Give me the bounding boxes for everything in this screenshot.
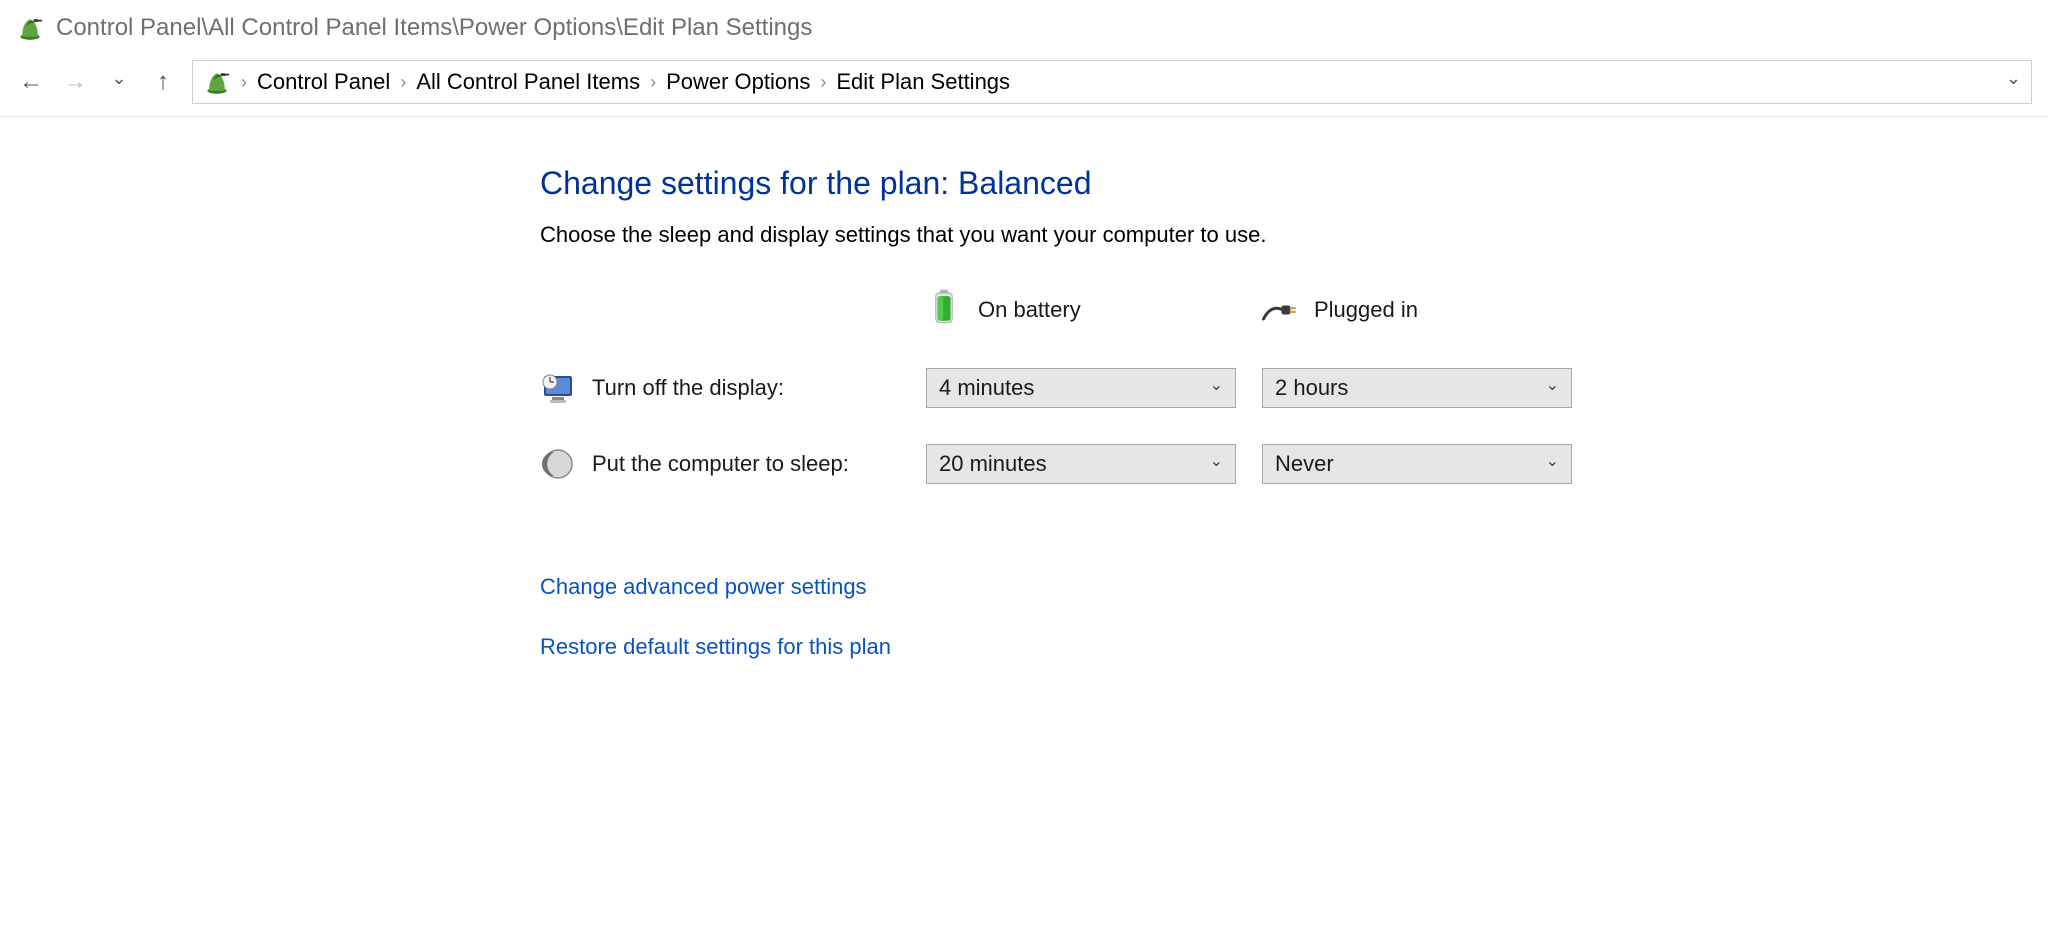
forward-button[interactable]	[60, 67, 90, 97]
moon-icon	[540, 446, 576, 482]
chevron-down-icon	[1210, 454, 1223, 474]
put-to-sleep-label: Put the computer to sleep:	[592, 451, 849, 477]
page-subtext: Choose the sleep and display settings th…	[540, 222, 2048, 248]
page-heading: Change settings for the plan: Balanced	[540, 165, 2048, 202]
column-header-on-battery: On battery	[926, 288, 1236, 332]
recent-locations-button[interactable]	[104, 67, 134, 97]
settings-grid: On battery Plugged in	[540, 288, 2048, 484]
breadcrumb-separator-icon[interactable]: ›	[400, 72, 406, 93]
back-button[interactable]	[16, 67, 46, 97]
links-section: Change advanced power settings Restore d…	[540, 574, 2048, 660]
display-battery-dropdown[interactable]: 4 minutes	[926, 368, 1236, 408]
address-bar[interactable]: › Control Panel › All Control Panel Item…	[192, 60, 2032, 104]
power-plan-icon	[16, 14, 44, 42]
battery-icon	[926, 288, 962, 332]
chevron-down-icon	[1546, 454, 1559, 474]
on-battery-label: On battery	[978, 297, 1081, 323]
breadcrumb-item-control-panel[interactable]: Control Panel	[257, 69, 390, 95]
column-header-plugged-in: Plugged in	[1262, 292, 1572, 328]
display-battery-value: 4 minutes	[939, 375, 1034, 401]
display-plugged-value: 2 hours	[1275, 375, 1348, 401]
window-title-bar: Control Panel\All Control Panel Items\Po…	[0, 0, 2048, 52]
restore-defaults-link[interactable]: Restore default settings for this plan	[540, 634, 2048, 660]
address-bar-history-button[interactable]	[2006, 72, 2021, 93]
main-content: Change settings for the plan: Balanced C…	[0, 117, 2048, 660]
breadcrumb-separator-icon[interactable]: ›	[820, 72, 826, 93]
plugged-in-label: Plugged in	[1314, 297, 1418, 323]
sleep-battery-value: 20 minutes	[939, 451, 1047, 477]
breadcrumb-item-edit-plan[interactable]: Edit Plan Settings	[836, 69, 1010, 95]
plug-icon	[1262, 292, 1298, 328]
navigation-bar: › Control Panel › All Control Panel Item…	[0, 52, 2048, 117]
breadcrumb-separator-icon[interactable]: ›	[241, 72, 247, 93]
breadcrumb-separator-icon[interactable]: ›	[650, 72, 656, 93]
sleep-battery-dropdown[interactable]: 20 minutes	[926, 444, 1236, 484]
turn-off-display-label: Turn off the display:	[592, 375, 784, 401]
sleep-plugged-value: Never	[1275, 451, 1334, 477]
change-advanced-link[interactable]: Change advanced power settings	[540, 574, 2048, 600]
breadcrumb-item-power-options[interactable]: Power Options	[666, 69, 810, 95]
up-button[interactable]	[148, 67, 178, 97]
chevron-down-icon	[1210, 378, 1223, 398]
monitor-clock-icon	[540, 370, 576, 406]
row-turn-off-display: Turn off the display:	[540, 370, 900, 406]
chevron-down-icon	[1546, 378, 1559, 398]
address-bar-icon	[203, 68, 231, 96]
display-plugged-dropdown[interactable]: 2 hours	[1262, 368, 1572, 408]
row-put-to-sleep: Put the computer to sleep:	[540, 446, 900, 482]
window-title-text: Control Panel\All Control Panel Items\Po…	[56, 14, 812, 42]
sleep-plugged-dropdown[interactable]: Never	[1262, 444, 1572, 484]
breadcrumb-item-all-items[interactable]: All Control Panel Items	[416, 69, 640, 95]
